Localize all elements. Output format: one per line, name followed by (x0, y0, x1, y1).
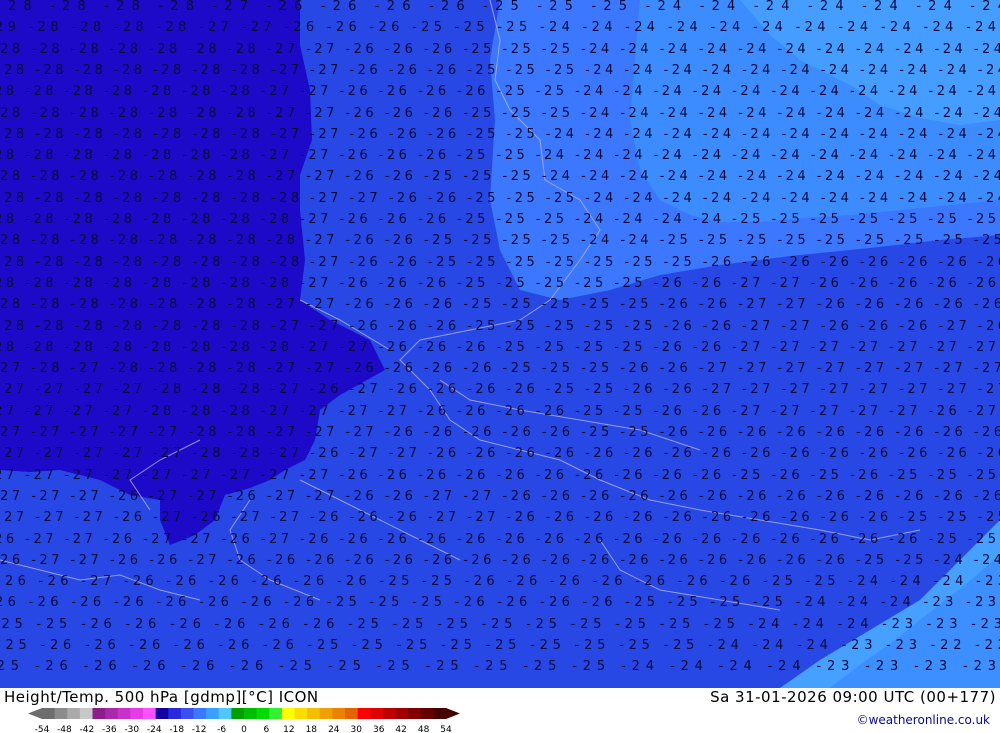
legend-color-bar (28, 708, 460, 719)
legend-color-swatch (408, 708, 422, 719)
legend-tick-label: -24 (147, 725, 162, 733)
legend-tick-label: -6 (217, 725, 226, 733)
isotherm-label-row: -26 -26 -26 -26 -26 -26 -26 -26 -25 -25 … (0, 595, 996, 610)
legend-tick-label: -36 (102, 725, 117, 733)
legend-arrow-right (446, 708, 460, 719)
legend-tick-label: -54 (35, 725, 50, 733)
legend-color-swatch (193, 708, 207, 719)
color-scale-legend: -54 -48 -42 -36 -30 -24 -18 -12 -6 0 6 12 18 24 30 36 42… (28, 708, 460, 733)
legend-color-swatch (395, 708, 409, 719)
legend-tick-labels: -54 -48 -42 -36 -30 -24 -18 -12 -6 0 6 12 18 24 30 36 42… (35, 725, 452, 733)
isotherm-label-row: -28 -28 -28 -28 -27 -26 -26 -26 -26 -25 … (0, 0, 1000, 14)
legend-tick-label: 54 (440, 725, 452, 733)
legend-color-swatch (332, 708, 346, 719)
legend-color-swatch (345, 708, 359, 719)
legend-color-swatch (105, 708, 119, 719)
legend-tick-label: -48 (57, 725, 72, 733)
legend-color-swatch (433, 708, 447, 719)
legend-tick-label: 30 (350, 725, 362, 733)
valid-time: Sa 31-01-2026 09:00 UTC (00+177) (710, 688, 996, 706)
legend-color-swatch (143, 708, 157, 719)
legend-color-swatch (155, 708, 169, 719)
legend-color-swatch (357, 708, 371, 719)
legend-tick-label: 0 (241, 725, 247, 733)
legend-color-swatch (54, 708, 68, 719)
legend-tick-label: 18 (306, 725, 318, 733)
weather-map[interactable]: -28 -28 -28 -28 -27 -26 -26 -26 -26 -25 … (0, 0, 1000, 688)
isotherm-label-row: -26 -26 -27 -26 -26 -26 -26 -26 -26 -25 … (0, 574, 1000, 589)
legend-color-swatch (370, 708, 384, 719)
legend-color-swatch (67, 708, 81, 719)
legend-color-swatch (420, 708, 434, 719)
legend-color-swatch (281, 708, 296, 719)
legend-tick-label: 42 (395, 725, 406, 733)
map-canvas: -28 -28 -28 -28 -27 -26 -26 -26 -26 -25 … (0, 0, 1000, 688)
legend-color-swatch (269, 708, 283, 719)
legend-color-swatch (130, 708, 144, 719)
legend-color-swatch (168, 708, 182, 719)
legend-tick-label: 12 (283, 725, 294, 733)
legend-color-swatch (79, 708, 94, 719)
product-title: Height/Temp. 500 hPa [gdmp][°C] ICON (4, 688, 319, 706)
legend-tick-label: 36 (373, 725, 385, 733)
legend-color-swatch (92, 708, 106, 719)
legend-tick-label: -18 (169, 725, 184, 733)
legend-color-swatch (294, 708, 308, 719)
legend-color-swatch (206, 708, 220, 719)
legend-tick-label: -30 (124, 725, 139, 733)
legend-color-swatch (256, 708, 270, 719)
legend-arrow-left (28, 708, 42, 719)
legend-color-swatch (117, 708, 131, 719)
legend-tick-label: 24 (328, 725, 340, 733)
isotherm-label-row: -29 -28 -28 -28 -28 -27 -27 -26 -26 -26 … (0, 20, 996, 35)
legend-color-swatch (42, 708, 56, 719)
legend-color-swatch (307, 708, 321, 719)
credit-link[interactable]: ©weatheronline.co.uk (857, 713, 990, 727)
legend-tick-label: -42 (80, 725, 95, 733)
legend-tick-label: 48 (418, 725, 430, 733)
legend-color-swatch (319, 708, 333, 719)
legend-tick-label: -12 (192, 725, 207, 733)
legend-color-swatch (231, 708, 245, 719)
legend-tick-label: 6 (264, 725, 270, 733)
footer-bar: Height/Temp. 500 hPa [gdmp][°C] ICON Sa … (0, 688, 1000, 733)
legend-color-swatch (382, 708, 397, 719)
legend-color-swatch (244, 708, 258, 719)
legend-color-swatch (180, 708, 195, 719)
legend-color-swatch (218, 708, 232, 719)
